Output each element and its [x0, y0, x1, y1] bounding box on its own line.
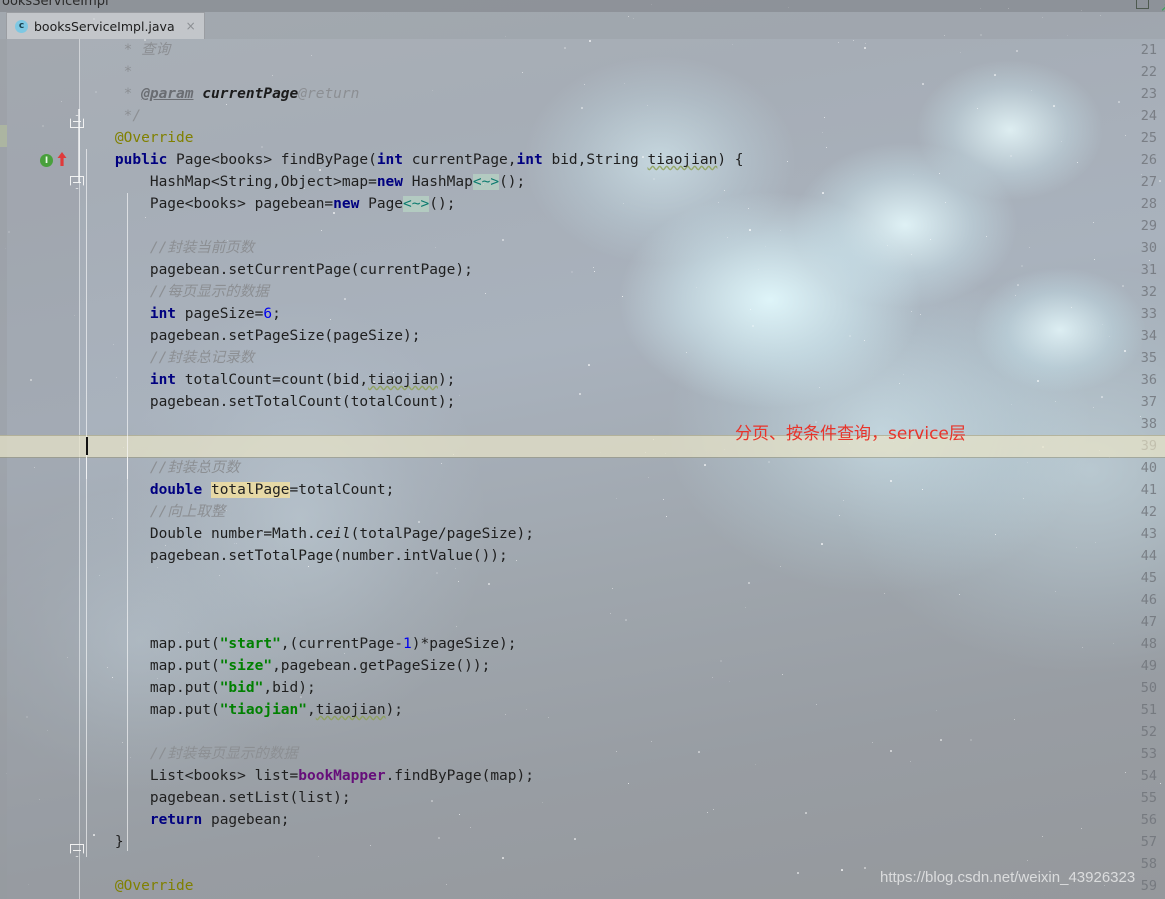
code-line[interactable]: Page<books> pagebean=new Page<~>();: [80, 193, 1165, 215]
close-icon[interactable]: ×: [186, 19, 196, 33]
code-line[interactable]: [80, 215, 1165, 237]
code-line[interactable]: map.put("bid",bid);: [80, 677, 1165, 699]
red-annotation-text: 分页、按条件查询，service层: [735, 424, 966, 444]
code-line[interactable]: [80, 435, 1165, 457]
code-line[interactable]: *: [80, 61, 1165, 83]
code-content[interactable]: * 查询 * * @param currentPage@return */ @O…: [0, 39, 1165, 899]
code-line[interactable]: //封装总页数: [80, 457, 1165, 479]
window-title-strip: ooksServiceImpl ➚: [0, 0, 1165, 12]
ide-window: ooksServiceImpl ➚ c booksServiceImpl.jav…: [0, 0, 1165, 899]
code-line[interactable]: HashMap<String,Object>map=new HashMap<~>…: [80, 171, 1165, 193]
code-line[interactable]: //封装当前页数: [80, 237, 1165, 259]
code-line[interactable]: List<books> list=bookMapper.findByPage(m…: [80, 765, 1165, 787]
implements-marker-icon[interactable]: I: [40, 154, 53, 167]
editor-gutter[interactable]: [7, 39, 79, 899]
code-line[interactable]: int totalCount=count(bid,tiaojian);: [80, 369, 1165, 391]
code-line[interactable]: [80, 611, 1165, 633]
code-line[interactable]: pagebean.setList(list);: [80, 787, 1165, 809]
code-line[interactable]: [80, 589, 1165, 611]
code-line[interactable]: pagebean.setTotalPage(number.intValue())…: [80, 545, 1165, 567]
code-line[interactable]: return pagebean;: [80, 809, 1165, 831]
code-line[interactable]: //每页显示的数据: [80, 281, 1165, 303]
tab-label: booksServiceImpl.java: [34, 18, 175, 34]
code-line[interactable]: [80, 413, 1165, 435]
code-line[interactable]: [80, 567, 1165, 589]
restore-window-icon[interactable]: [1136, 0, 1149, 9]
code-line[interactable]: */: [80, 105, 1165, 127]
editor-tab-bar: c booksServiceImpl.java ×: [0, 12, 1165, 39]
code-line[interactable]: map.put("start",(currentPage-1)*pageSize…: [80, 633, 1165, 655]
code-line[interactable]: * @param currentPage@return: [80, 83, 1165, 105]
code-line[interactable]: [80, 721, 1165, 743]
code-line[interactable]: //封装总记录数: [80, 347, 1165, 369]
window-controls: ➚: [1136, 0, 1165, 12]
code-line[interactable]: pagebean.setCurrentPage(currentPage);: [80, 259, 1165, 281]
code-line[interactable]: map.put("tiaojian",tiaojian);: [80, 699, 1165, 721]
code-line[interactable]: * 查询: [80, 39, 1165, 61]
code-line[interactable]: double totalPage=totalCount;: [80, 479, 1165, 501]
editor-left-edge: [0, 39, 7, 899]
code-line[interactable]: //封装每页显示的数据: [80, 743, 1165, 765]
code-line[interactable]: pagebean.setPageSize(pageSize);: [80, 325, 1165, 347]
blog-watermark: https://blog.csdn.net/weixin_43926323: [880, 869, 1136, 886]
code-line[interactable]: }: [80, 831, 1165, 853]
code-line[interactable]: map.put("size",pagebean.getPageSize());: [80, 655, 1165, 677]
code-line[interactable]: pagebean.setTotalCount(totalCount);: [80, 391, 1165, 413]
vcs-change-marker: [0, 125, 7, 147]
java-class-icon: c: [15, 19, 28, 33]
code-editor[interactable]: 2122232425262728293031323334353637383940…: [0, 39, 1165, 899]
window-title-text: ooksServiceImpl: [2, 0, 109, 9]
code-line[interactable]: //向上取整: [80, 501, 1165, 523]
code-line[interactable]: public Page<books> findByPage(int curren…: [80, 149, 1165, 171]
tab-booksserviceimpl[interactable]: c booksServiceImpl.java ×: [6, 12, 205, 39]
code-line[interactable]: int pageSize=6;: [80, 303, 1165, 325]
code-line[interactable]: Double number=Math.ceil(totalPage/pageSi…: [80, 523, 1165, 545]
override-arrow-icon[interactable]: [57, 152, 67, 166]
code-line[interactable]: @Override: [80, 127, 1165, 149]
